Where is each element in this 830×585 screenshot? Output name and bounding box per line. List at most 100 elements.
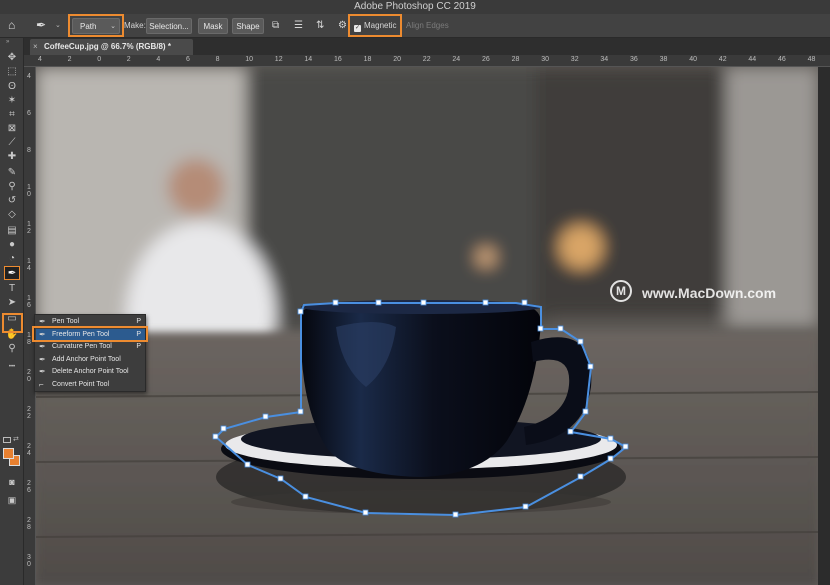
document-tab[interactable]: × CoffeeCup.jpg @ 66.7% (RGB/8) * [30, 39, 193, 55]
tools-panel: » ✥ ⬚ ʘ ✶ ⌗ ⊠ ⟋ ✚ ✎ ⚲ ↺ ◇ ▤ ● ◔ ✒ T ➤ ▭ ✋ ⚲ ••• ⇄ ◙ ▣ [0, 38, 24, 585]
ruler-tick-label: 1 2 [27, 221, 31, 235]
ruler-tick-label: 1 8 [27, 332, 31, 346]
ruler-tick-label: 1 6 [27, 295, 31, 309]
watermark-text: www.MacDown.com [642, 285, 777, 301]
mode-highlight [68, 14, 124, 37]
eyedropper-tool-icon[interactable]: ⟋ [4, 136, 20, 150]
ruler-tick-label: 20 [393, 56, 401, 63]
app-title: Adobe Photoshop CC 2019 [354, 1, 476, 12]
lasso-tool-icon[interactable]: ʘ [4, 80, 20, 94]
default-colors-icon[interactable] [3, 437, 11, 443]
dodge-tool-icon[interactable]: ◔ [4, 252, 20, 266]
ruler-tick-label: 38 [659, 56, 668, 63]
flyout-item-convert-point-tool[interactable]: ⌐ Convert Point Tool [36, 379, 145, 391]
ruler-tick-label: 2 8 [27, 517, 31, 531]
brush-tool-icon[interactable]: ✎ [4, 166, 20, 180]
ruler-tick-label: 1 0 [27, 184, 31, 198]
pen-tool-icon[interactable]: ✒ [4, 266, 20, 280]
ruler-tick-label: 26 [482, 56, 490, 63]
path-alignment-icon[interactable]: ☰ [294, 18, 308, 34]
pen-variant-icon: ✒ [39, 342, 46, 352]
clone-stamp-tool-icon[interactable]: ⚲ [4, 180, 20, 194]
flyout-item-shortcut: P [136, 343, 141, 351]
make-mask-button[interactable]: Mask [198, 18, 228, 34]
marquee-tool-icon[interactable]: ⬚ [4, 65, 20, 79]
freeform-pen-highlight [32, 326, 148, 342]
crop-tool-icon[interactable]: ⌗ [4, 108, 20, 122]
document-tab-title: CoffeeCup.jpg @ 66.7% (RGB/8) * [44, 42, 171, 51]
ruler-tick-label: 42 [718, 56, 727, 63]
ruler-tick-label: 24 [452, 56, 461, 63]
ruler-tick-label: 4 [156, 56, 161, 63]
zoom-tool-icon[interactable]: ⚲ [4, 342, 20, 356]
ruler-tick-label: 6 [27, 110, 31, 117]
ruler-tick-label: 2 [67, 56, 72, 63]
title-bar: Adobe Photoshop CC 2019 [0, 0, 830, 14]
magic-wand-tool-icon[interactable]: ✶ [4, 94, 20, 108]
ruler-tick-label: 2 6 [27, 480, 31, 494]
ruler-tick-label: 0 [97, 56, 102, 63]
flyout-item-label: Curvature Pen Tool [52, 343, 112, 351]
healing-brush-tool-icon[interactable]: ✚ [4, 150, 20, 164]
make-selection-button[interactable]: Selection... [146, 18, 192, 34]
type-tool-icon[interactable]: T [4, 282, 20, 296]
ruler-tick-label: 6 [186, 56, 190, 63]
ruler-tick-label: 32 [570, 56, 579, 63]
more-tools-icon[interactable]: ••• [4, 360, 20, 374]
magnetic-highlight [348, 14, 402, 37]
ruler-tick-label: 16 [334, 56, 342, 63]
ruler-tick-label: 1 4 [27, 258, 31, 272]
foreground-color-swatch[interactable] [3, 448, 14, 459]
path-arrangement-icon[interactable]: ⇅ [316, 18, 330, 34]
ruler-tick-label: 28 [511, 56, 520, 63]
coffee-cup-photo [36, 67, 818, 585]
flyout-item-delete-anchor-point-tool[interactable]: ✒ Delete Anchor Point Tool [36, 366, 145, 378]
align-edges-label: Align Edges [406, 21, 449, 30]
horizontal-ruler[interactable]: 4 2 0 2 4 6 8 10 12 14 16 18 20 22 24 26 28 30 32 34 36 38 40 4… [24, 55, 830, 67]
ruler-tick-label: 2 [126, 56, 131, 63]
collapse-panel-icon[interactable]: » [6, 39, 9, 45]
make-shape-button[interactable]: Shape [232, 18, 264, 34]
chevron-down-icon[interactable]: ⌄ [55, 18, 63, 34]
ruler-tick-label: 30 [541, 56, 549, 63]
ruler-tick-label: 2 0 [27, 369, 31, 383]
ruler-tick-label: 10 [245, 56, 253, 63]
pen-variant-icon: ✒ [39, 367, 46, 377]
flyout-item-label: Delete Anchor Point Tool [52, 368, 129, 376]
document-canvas[interactable]: M www.MacDown.com [36, 67, 818, 585]
home-icon[interactable]: ⌂ [8, 18, 26, 34]
ruler-tick-label: 44 [748, 56, 757, 63]
history-brush-tool-icon[interactable]: ↺ [4, 194, 20, 208]
ruler-tick-label: 40 [689, 56, 697, 63]
blur-tool-icon[interactable]: ● [4, 238, 20, 252]
flyout-item-label: Add Anchor Point Tool [52, 355, 121, 363]
screen-mode-icon[interactable]: ▣ [4, 493, 20, 507]
pen-variant-icon: ⌐ [39, 380, 44, 389]
ruler-tick-label: 8 [215, 56, 220, 63]
ruler-tick-label: 3 0 [27, 554, 31, 568]
swap-colors-icon[interactable]: ⇄ [13, 435, 19, 443]
pen-tool-preset-icon[interactable]: ✒ [36, 18, 52, 34]
move-tool-icon[interactable]: ✥ [4, 51, 20, 65]
make-label: Make: [124, 21, 146, 30]
ruler-tick-label: 36 [630, 56, 638, 63]
flyout-item-add-anchor-point-tool[interactable]: ✒ Add Anchor Point Tool [36, 354, 145, 366]
gradient-tool-icon[interactable]: ▤ [4, 224, 20, 238]
frame-tool-icon[interactable]: ⊠ [4, 122, 20, 136]
ruler-tick-label: 22 [422, 56, 431, 63]
path-operations-icon[interactable]: ⧉ [272, 18, 286, 34]
path-selection-tool-icon[interactable]: ➤ [4, 296, 20, 310]
vertical-scrollbar[interactable] [818, 67, 830, 585]
eraser-tool-icon[interactable]: ◇ [4, 208, 20, 222]
quick-mask-icon[interactable]: ◙ [4, 475, 20, 489]
ruler-tick-label: 4 [38, 56, 42, 63]
flyout-item-label: Convert Point Tool [52, 381, 110, 388]
ruler-tick-label: 14 [304, 56, 313, 63]
document-tab-bar: × CoffeeCup.jpg @ 66.7% (RGB/8) * [24, 38, 830, 55]
ruler-tick-label: 2 2 [27, 406, 31, 420]
watermark-logo: M [610, 280, 632, 302]
pen-variant-icon: ✒ [39, 354, 46, 364]
ruler-tick-label: 34 [600, 56, 609, 63]
flyout-item-curvature-pen-tool[interactable]: ✒ Curvature Pen Tool P [36, 341, 145, 353]
close-icon[interactable]: × [33, 39, 38, 55]
